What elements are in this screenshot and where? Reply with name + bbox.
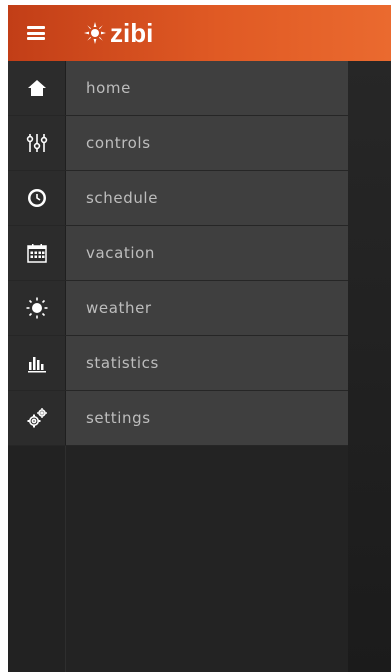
sliders-icon: [8, 116, 66, 170]
menu-item-home[interactable]: home: [8, 61, 348, 116]
menu-item-vacation[interactable]: vacation: [8, 226, 348, 281]
hamburger-icon: [27, 26, 45, 40]
menu-list: home controls schedule vacation weather …: [8, 61, 348, 446]
menu-item-weather[interactable]: weather: [8, 281, 348, 336]
menu-item-label: home: [86, 79, 131, 97]
home-icon: [8, 61, 66, 115]
menu-item-label: settings: [86, 409, 151, 427]
bar-chart-icon: [8, 336, 66, 390]
sun-icon: [8, 281, 66, 335]
menu-item-controls[interactable]: controls: [8, 116, 348, 171]
brand-name: zibi: [110, 17, 154, 48]
menu-item-label: vacation: [86, 244, 156, 262]
app-window: zibi home controls schedule vacation wea…: [8, 5, 391, 672]
logo: zibi: [84, 17, 154, 48]
calendar-icon: [8, 226, 66, 280]
menu-item-label: weather: [86, 299, 152, 317]
menu-item-statistics[interactable]: statistics: [8, 336, 348, 391]
gears-icon: [8, 391, 66, 445]
menu-item-label: controls: [86, 134, 151, 152]
menu-item-label: statistics: [86, 354, 159, 372]
zibi-sun-icon: [84, 22, 106, 44]
navigation-drawer: home controls schedule vacation weather …: [8, 61, 348, 672]
menu-item-schedule[interactable]: schedule: [8, 171, 348, 226]
menu-item-settings[interactable]: settings: [8, 391, 348, 446]
top-app-bar: zibi: [8, 5, 391, 61]
clock-icon: [8, 171, 66, 225]
menu-item-label: schedule: [86, 189, 159, 207]
menu-button[interactable]: [8, 5, 64, 61]
